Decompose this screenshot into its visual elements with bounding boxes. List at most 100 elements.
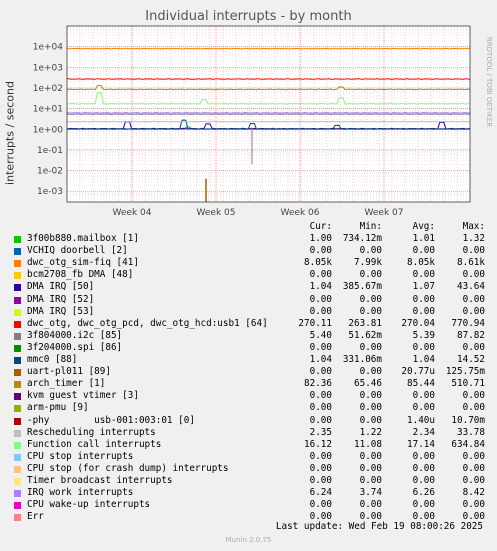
legend-value-min: 0.00 <box>359 390 382 402</box>
legend-series-name: Rescheduling interrupts <box>27 426 156 438</box>
legend-series-name: VCHIQ doorbell [2] <box>27 245 128 257</box>
legend-swatch <box>14 477 21 485</box>
legend-value-max: 0.00 <box>462 402 485 414</box>
x-tick-label: Week 07 <box>365 208 404 215</box>
chart-plot: 1e+04 1e+03 1e+02 1e+01 1e+00 1e-01 1e-02 1e-03… <box>33 25 471 215</box>
legend-row: mmc0 [88] 1.04 331.06m 1.04 14.52 <box>12 354 490 366</box>
last-update: Last update: Wed Feb 19 08:00:26 2025 <box>275 521 483 532</box>
legend-value-min: 7.99k <box>354 257 382 269</box>
legend-series-name: bcm2708_fb DMA [48] <box>27 269 134 281</box>
legend-row: kvm guest vtimer [3] 0.00 0.00 0.00 0.00 <box>12 390 490 402</box>
legend-value-min: 331.06m <box>342 354 382 366</box>
legend-swatch <box>14 260 21 268</box>
legend-value-min: 0.00 <box>359 402 382 414</box>
legend-value-min: 263.81 <box>348 317 382 329</box>
y-tick-label: 1e-01 <box>37 146 63 156</box>
legend-row: -phy usb-001:003:01 [0] 0.00 0.00 1.40u 10.7… <box>12 415 490 427</box>
legend-value-min: 0.00 <box>359 450 382 462</box>
legend-swatch <box>14 441 21 449</box>
legend-value-max: 634.84 <box>451 438 485 450</box>
legend-row: IRQ work interrupts 6.24 3.74 6.26 8.42 <box>12 487 490 499</box>
legend-value-max: 8.61k <box>457 257 485 269</box>
legend-value-min: 0.00 <box>359 499 382 511</box>
legend-swatch <box>14 357 21 365</box>
legend-value-max: 0.00 <box>462 341 485 353</box>
legend-series-name: 3f204000.spi [86] <box>27 341 123 353</box>
legend-swatch <box>14 344 21 352</box>
y-tick-label: 1e-03 <box>37 187 63 197</box>
legend-swatch <box>14 332 21 340</box>
legend-series-name: DMA IRQ [53] <box>27 305 95 317</box>
legend-value-min: 51.62m <box>348 329 382 341</box>
legend-swatch <box>14 429 21 437</box>
legend-row: CPU stop (for crash dump) interrupts 0.00… <box>12 463 490 475</box>
legend-value-min: 65.46 <box>354 378 382 390</box>
legend-header-max: Max: <box>462 221 485 232</box>
legend-swatch <box>14 236 21 244</box>
legend-row: 3f204000.spi [86] 0.00 0.00 0.00 0.00 <box>12 342 490 354</box>
series-line <box>66 120 471 123</box>
legend-value-min: 0.00 <box>359 414 382 426</box>
legend-value-min: 0.00 <box>359 474 382 486</box>
legend-value-max: 0.00 <box>462 293 485 305</box>
legend-row: Rescheduling interrupts 2.35 1.22 2.34 33.78 <box>12 427 490 439</box>
legend-series-name: dwc_otg_sim-fiq [41] <box>27 257 139 269</box>
legend-swatch <box>14 272 21 280</box>
legend-rows: 3f00b880.mailbox [1] 1.00 734.12m 1.01 1.32 V… <box>12 233 490 523</box>
y-tick-label: 1e+02 <box>33 84 63 94</box>
legend-swatch <box>14 453 21 461</box>
legend-swatch <box>14 502 21 510</box>
legend-swatch <box>14 465 21 473</box>
legend-row: 3f804000.i2c [85] 5.40 51.62m 5.39 87.82 <box>12 330 490 342</box>
legend-value-max: 0.00 <box>462 474 485 486</box>
legend-value-min: 0.00 <box>359 462 382 474</box>
legend-value-min: 0.00 <box>359 305 382 317</box>
legend-value-max: 33.78 <box>457 426 485 438</box>
legend-swatch <box>14 308 21 316</box>
x-tick-label: Week 05 <box>197 208 236 215</box>
legend-header: Cur: Min: Avg: Max: <box>12 221 490 233</box>
legend-row: arch_timer [1] 82.36 65.46 85.44 510.71 <box>12 378 490 390</box>
legend-series-name: Function call interrupts <box>27 438 162 450</box>
legend-value-max: 0.00 <box>462 245 485 257</box>
legend-series-name: CPU wake-up interrupts <box>27 499 151 511</box>
legend-value-min: 0.00 <box>359 293 382 305</box>
legend-value-max: 770.94 <box>451 317 485 329</box>
legend-swatch <box>14 393 21 401</box>
legend-value-min: 1.22 <box>359 426 382 438</box>
legend-series-name: CPU stop (for crash dump) interrupts <box>27 462 229 474</box>
legend-value-max: 87.82 <box>457 329 485 341</box>
legend-header-min: Min: <box>359 221 382 232</box>
legend-row: VCHIQ doorbell [2] 0.00 0.00 0.00 0.00 <box>12 245 490 257</box>
legend-swatch <box>14 369 21 377</box>
legend-series-name: Timer broadcast interrupts <box>27 474 173 486</box>
legend-series-name: kvm guest vtimer [3] <box>27 390 139 402</box>
legend-value-min: 11.08 <box>354 438 382 450</box>
y-tick-label: 1e+03 <box>33 63 63 73</box>
legend-row: CPU wake-up interrupts 0.00 0.00 0.00 0.00 <box>12 499 490 511</box>
legend-swatch <box>14 514 21 522</box>
legend-row: DMA IRQ [53] 0.00 0.00 0.00 0.00 <box>12 306 490 318</box>
legend-row: arm-pmu [9] 0.00 0.00 0.00 0.00 <box>12 402 490 414</box>
legend-value-min: 385.67m <box>342 281 382 293</box>
series-line <box>66 111 471 114</box>
legend-value-max: 125.75m <box>445 366 485 378</box>
legend-series-name: DMA IRQ [50] <box>27 281 95 293</box>
legend-row: dwc_otg, dwc_otg_pcd, dwc_otg_hcd:usb1 [… <box>12 318 490 330</box>
legend-value-min: 0.00 <box>359 245 382 257</box>
y-tick-label: 1e+01 <box>33 105 63 115</box>
legend-series-name: 3f804000.i2c [85] <box>27 329 123 341</box>
legend-value-max: 1.32 <box>462 233 485 245</box>
legend-series-name: dwc_otg, dwc_otg_pcd, dwc_otg_hcd:usb1 [… <box>27 317 268 329</box>
legend: Cur: Min: Avg: Max: 3f00b880.mailbox [1]… <box>12 221 490 523</box>
legend-row: bcm2708_fb DMA [48] 0.00 0.00 0.00 0.00 <box>12 269 490 281</box>
legend-row: DMA IRQ [52] 0.00 0.00 0.00 0.00 <box>12 294 490 306</box>
legend-value-max: 10.70m <box>451 414 485 426</box>
legend-row: dwc_otg_sim-fiq [41] 8.05k 7.99k 8.05k 8.61k <box>12 257 490 269</box>
legend-row: Timer broadcast interrupts 0.00 0.00 0.00 0.… <box>12 475 490 487</box>
legend-value-max: 43.64 <box>457 281 485 293</box>
legend-series-name: IRQ work interrupts <box>27 487 134 499</box>
legend-series-name: arch_timer [1] <box>27 378 106 390</box>
legend-value-max: 0.00 <box>462 305 485 317</box>
legend-value-min: 0.00 <box>359 341 382 353</box>
